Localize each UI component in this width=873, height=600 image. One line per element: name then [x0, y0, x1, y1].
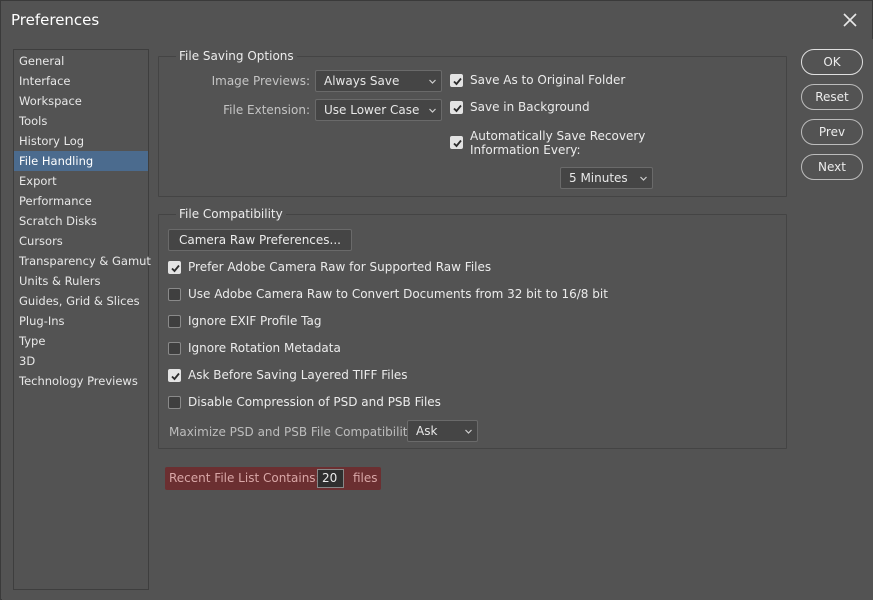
chevron-down-icon: [640, 176, 647, 181]
sidebar-item-performance[interactable]: Performance: [14, 191, 148, 211]
image-previews-label: Image Previews:: [211, 74, 310, 88]
file-saving-options-group: File Saving Options Image Previews: Alwa…: [158, 49, 787, 197]
file-compatibility-title: File Compatibility: [176, 207, 286, 221]
auto-save-interval-value: 5 Minutes: [569, 171, 628, 185]
check-icon: [453, 139, 462, 148]
auto-save-label-line2: Information Every:: [470, 143, 581, 157]
save-as-original-checkbox-row[interactable]: Save As to Original Folder: [450, 73, 625, 89]
maximize-compat-label: Maximize PSD and PSB File Compatibility:: [169, 425, 418, 439]
disable-compression-row[interactable]: Disable Compression of PSD and PSB Files: [168, 395, 441, 411]
auto-save-interval-select[interactable]: 5 Minutes: [560, 167, 653, 189]
preferences-dialog: Preferences General Interface Workspace …: [0, 0, 873, 600]
ignore-rotation-row[interactable]: Ignore Rotation Metadata: [168, 341, 341, 357]
sidebar-item-3d[interactable]: 3D: [14, 351, 148, 371]
save-in-background-checkbox[interactable]: [450, 101, 463, 114]
sidebar-item-type[interactable]: Type: [14, 331, 148, 351]
close-button[interactable]: [842, 12, 858, 28]
sidebar-item-tools[interactable]: Tools: [14, 111, 148, 131]
sidebar-item-scratch-disks[interactable]: Scratch Disks: [14, 211, 148, 231]
ignore-exif-row[interactable]: Ignore EXIF Profile Tag: [168, 314, 321, 330]
ignore-rotation-label: Ignore Rotation Metadata: [188, 341, 341, 355]
disable-compression-label: Disable Compression of PSD and PSB Files: [188, 395, 441, 409]
auto-save-label-line1: Automatically Save Recovery: [470, 129, 646, 143]
file-compatibility-group: File Compatibility Camera Raw Preference…: [158, 207, 787, 449]
check-icon: [171, 372, 180, 381]
recent-file-list-label: Recent File List Contains:: [169, 471, 320, 485]
dialog-content: General Interface Workspace Tools Histor…: [2, 39, 873, 600]
use-camera-raw-convert-checkbox[interactable]: [168, 288, 181, 301]
ignore-exif-checkbox[interactable]: [168, 315, 181, 328]
sidebar-item-workspace[interactable]: Workspace: [14, 91, 148, 111]
ask-layered-tiff-checkbox[interactable]: [168, 369, 181, 382]
sidebar-item-export[interactable]: Export: [14, 171, 148, 191]
save-as-original-label: Save As to Original Folder: [470, 73, 626, 87]
save-in-background-checkbox-row[interactable]: Save in Background: [450, 100, 590, 116]
sidebar-item-general[interactable]: General: [14, 51, 148, 71]
ask-layered-tiff-label: Ask Before Saving Layered TIFF Files: [188, 368, 408, 382]
file-saving-options-title: File Saving Options: [176, 49, 297, 63]
chevron-down-icon: [465, 429, 472, 434]
sidebar-item-transparency-gamut[interactable]: Transparency & Gamut: [14, 251, 151, 271]
sidebar-item-technology-previews[interactable]: Technology Previews: [14, 371, 148, 391]
reset-button[interactable]: Reset: [801, 84, 863, 110]
check-icon: [453, 77, 462, 86]
sidebar: General Interface Workspace Tools Histor…: [13, 49, 151, 590]
prev-button[interactable]: Prev: [801, 119, 863, 145]
auto-save-checkbox[interactable]: [450, 136, 463, 149]
save-as-original-checkbox[interactable]: [450, 74, 463, 87]
ignore-rotation-checkbox[interactable]: [168, 342, 181, 355]
file-extension-value: Use Lower Case: [324, 103, 420, 117]
sidebar-item-interface[interactable]: Interface: [14, 71, 148, 91]
prefer-camera-raw-label: Prefer Adobe Camera Raw for Supported Ra…: [188, 260, 492, 274]
check-icon: [171, 264, 180, 273]
use-camera-raw-convert-label: Use Adobe Camera Raw to Convert Document…: [188, 287, 608, 301]
auto-save-checkbox-row[interactable]: Automatically Save Recovery Information …: [450, 129, 645, 159]
dialog-title: Preferences: [11, 11, 100, 29]
save-in-background-label: Save in Background: [470, 100, 590, 114]
chevron-down-icon: [429, 108, 436, 113]
sidebar-item-history-log[interactable]: History Log: [14, 131, 148, 151]
sidebar-item-file-handling[interactable]: File Handling: [14, 151, 148, 171]
check-icon: [453, 104, 462, 113]
next-button[interactable]: Next: [801, 154, 863, 180]
chevron-down-icon: [429, 79, 436, 84]
image-previews-value: Always Save: [324, 74, 400, 88]
close-icon: [843, 13, 857, 27]
camera-raw-preferences-button[interactable]: Camera Raw Preferences...: [168, 229, 352, 251]
sidebar-item-cursors[interactable]: Cursors: [14, 231, 148, 251]
file-extension-label: File Extension:: [223, 103, 310, 117]
use-camera-raw-convert-row[interactable]: Use Adobe Camera Raw to Convert Document…: [168, 287, 608, 303]
sidebar-item-plug-ins[interactable]: Plug-Ins: [14, 311, 148, 331]
recent-file-list-suffix: files: [353, 471, 378, 485]
prefer-camera-raw-checkbox[interactable]: [168, 261, 181, 274]
ignore-exif-label: Ignore EXIF Profile Tag: [188, 314, 322, 328]
prefer-camera-raw-row[interactable]: Prefer Adobe Camera Raw for Supported Ra…: [168, 260, 491, 276]
maximize-compat-select[interactable]: Ask: [407, 420, 478, 442]
disable-compression-checkbox[interactable]: [168, 396, 181, 409]
title-bar: Preferences: [1, 1, 872, 39]
ok-button[interactable]: OK: [801, 49, 863, 75]
ask-layered-tiff-row[interactable]: Ask Before Saving Layered TIFF Files: [168, 368, 408, 384]
sidebar-item-units-rulers[interactable]: Units & Rulers: [14, 271, 148, 291]
file-extension-select[interactable]: Use Lower Case: [315, 99, 442, 121]
recent-file-count-input[interactable]: 20: [317, 469, 344, 488]
image-previews-select[interactable]: Always Save: [315, 70, 442, 92]
maximize-compat-value: Ask: [416, 424, 438, 438]
sidebar-item-guides-grid-slices[interactable]: Guides, Grid & Slices: [14, 291, 148, 311]
recent-file-list-row: Recent File List Contains: 20 files: [165, 467, 381, 490]
